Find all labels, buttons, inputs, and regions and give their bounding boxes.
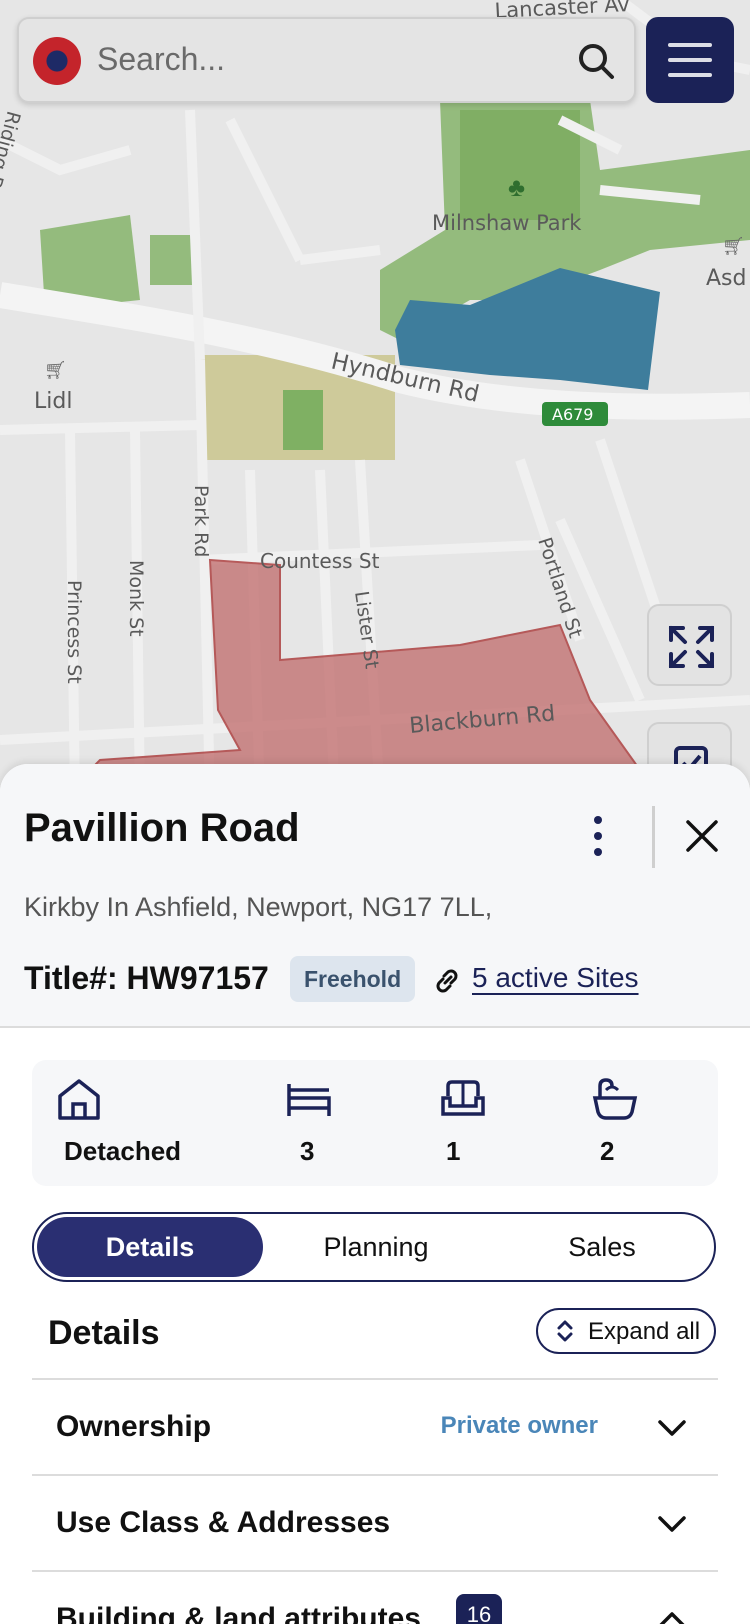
property-address: Kirkby In Ashfield, Newport, NG17 7LL, [24, 892, 493, 922]
map-label-park: Milnshaw Park [432, 211, 582, 235]
accordion-label: Building & land attributes [56, 1602, 421, 1624]
bathtub-icon [592, 1078, 638, 1120]
property-title: Pavillion Road [24, 806, 300, 850]
menu-icon [668, 43, 712, 47]
sofa-icon [441, 1080, 485, 1116]
accordion-label: Use Class & Addresses [56, 1506, 391, 1539]
tab-details[interactable]: Details [37, 1217, 263, 1277]
tenure-badge: Freehold [290, 956, 416, 1002]
search-input[interactable]: Search... [97, 41, 225, 78]
fullscreen-button[interactable] [647, 604, 732, 686]
menu-icon [668, 73, 712, 77]
map-label-countess: Countess St [260, 549, 380, 573]
search-icon[interactable] [576, 41, 616, 81]
property-sheet: Pavillion Road Kirkby In Ashfield, Newpo… [0, 764, 750, 1624]
feature-value: 3 [300, 1136, 315, 1166]
expand-all-label: Expand all [588, 1318, 701, 1345]
tab-planning[interactable]: Planning [263, 1217, 489, 1277]
expand-collapse-icon [557, 1320, 573, 1342]
title-number: Title#: HW97157 [24, 960, 269, 996]
more-options-icon[interactable] [580, 814, 616, 858]
search-bar[interactable]: Search... [17, 17, 636, 103]
chevron-down-icon [658, 1516, 686, 1532]
section-heading: Details [48, 1314, 160, 1352]
header-divider [652, 806, 655, 868]
chevron-down-icon [658, 1420, 686, 1436]
accordion-use-class[interactable]: Use Class & Addresses [32, 1474, 718, 1572]
map-label-monk: Monk St [125, 560, 147, 637]
close-icon[interactable] [684, 818, 720, 854]
road-shield-label: A679 [552, 405, 593, 424]
map-view[interactable]: Milnshaw Park ♣ Hyndburn Rd A679 Lidl 🛒︎… [0, 0, 750, 800]
property-features: Detached 3 1 2 [32, 1060, 718, 1186]
menu-icon [668, 58, 712, 62]
tab-sales[interactable]: Sales [489, 1217, 715, 1277]
map-label-lidl: Lidl [34, 389, 72, 414]
bed-icon [287, 1084, 331, 1116]
accordion-ownership[interactable]: Ownership Private owner [32, 1378, 718, 1476]
owner-type: Private owner [440, 1412, 598, 1439]
house-icon [58, 1079, 100, 1120]
link-icon [436, 969, 458, 993]
app-logo [33, 37, 81, 85]
feature-value: 1 [446, 1136, 461, 1166]
accordion-building-attributes[interactable]: Building & land attributes 16 [32, 1570, 718, 1624]
tree-icon: ♣ [508, 172, 525, 202]
expand-icon [669, 626, 714, 668]
active-sites-link[interactable]: 5 active Sites [472, 962, 639, 994]
accordion-label: Ownership [56, 1410, 212, 1443]
map-label-asda: Asd [706, 266, 746, 291]
tab-bar: Details Planning Sales [32, 1212, 716, 1282]
chevron-up-icon [659, 1612, 685, 1624]
feature-value: 2 [600, 1136, 615, 1166]
shop-icon: 🛒︎ [44, 360, 67, 380]
map-label-park-rd: Park Rd [190, 485, 212, 557]
count-badge: 16 [456, 1594, 502, 1624]
menu-button[interactable] [646, 17, 734, 103]
feature-value: Detached [64, 1136, 182, 1166]
green-area [283, 390, 323, 450]
shop-icon: 🛒︎ [722, 236, 745, 256]
property-header: Pavillion Road Kirkby In Ashfield, Newpo… [0, 764, 750, 1028]
expand-all-button[interactable]: Expand all [536, 1308, 716, 1354]
map-label-princess: Princess St [63, 580, 85, 684]
